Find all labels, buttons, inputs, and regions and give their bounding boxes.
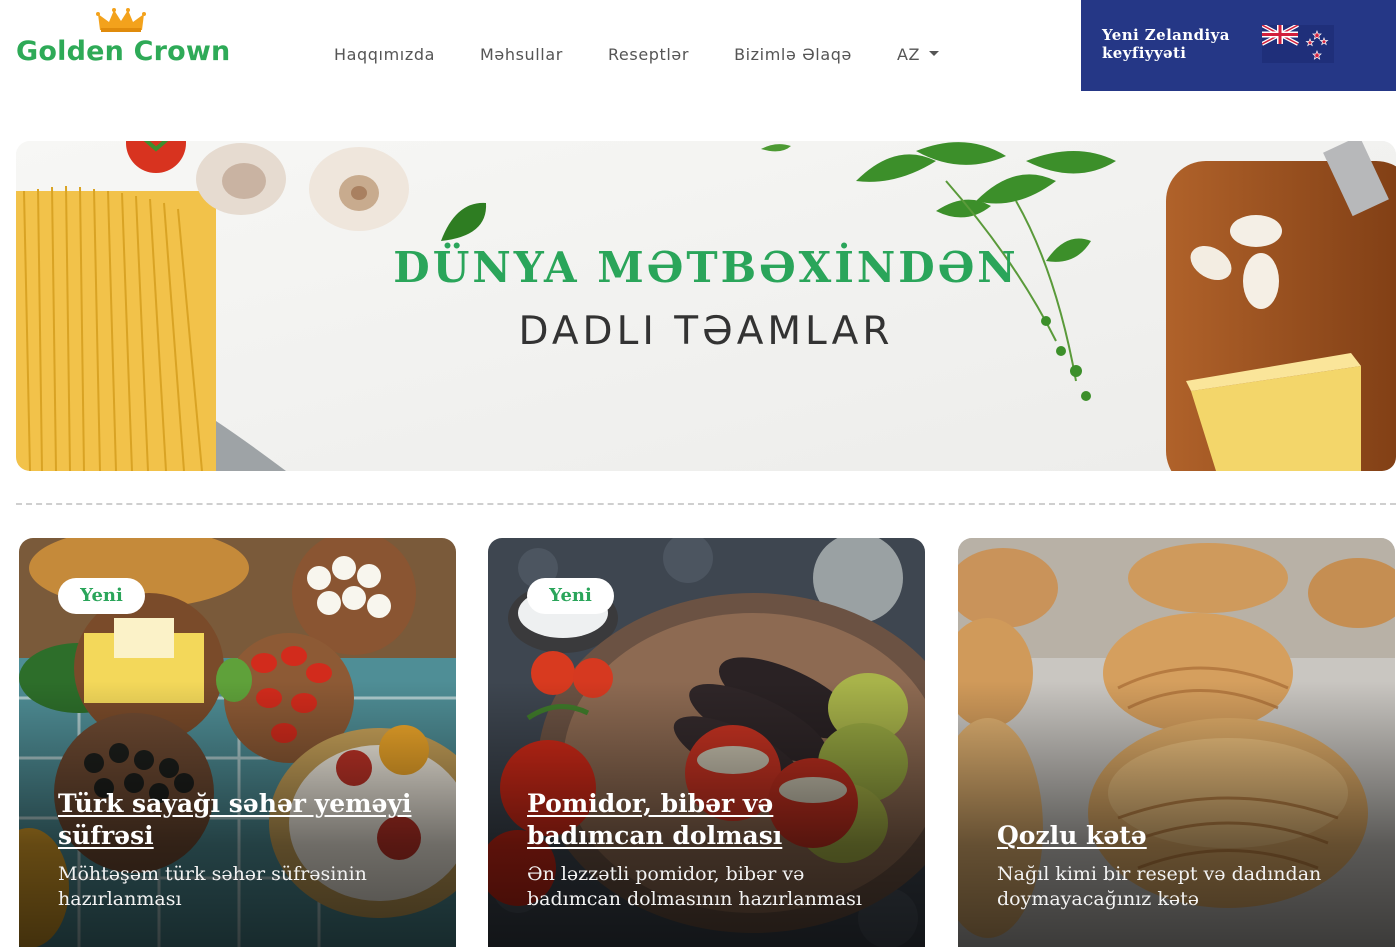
hero-food-image xyxy=(16,141,1396,471)
card-title[interactable]: Qozlu kətə xyxy=(997,820,1367,852)
new-badge: Yeni xyxy=(58,578,145,614)
nav-products[interactable]: Məhsullar xyxy=(480,45,563,64)
hero-subtitle: DADLI TƏAMLAR xyxy=(518,309,894,354)
recipe-card-qozlu-kete[interactable]: Qozlu kətə Nağıl kimi bir resept və dadı… xyxy=(958,538,1395,947)
site-header: Golden Crown Haqqımızda Məhsullar Resept… xyxy=(0,0,1396,91)
language-dropdown[interactable]: AZ xyxy=(896,44,940,64)
chevron-down-icon xyxy=(929,50,940,56)
language-label: AZ xyxy=(896,44,921,64)
nav-recipes[interactable]: Reseptlər xyxy=(608,45,689,64)
new-badge: Yeni xyxy=(527,578,614,614)
nz-quality-banner[interactable]: Yeni Zelandiya keyfiyyəti xyxy=(1081,0,1396,91)
hero-title: DÜNYA MƏTBƏXİNDƏN xyxy=(393,243,1019,292)
card-description: Möhtəşəm türk səhər süfrəsinin hazırlanm… xyxy=(58,863,367,910)
recipe-card-dolma[interactable]: Yeni Pomidor, bibər və badımcan dolması … xyxy=(488,538,925,947)
dashed-divider xyxy=(16,503,1396,505)
hero-banner: DÜNYA MƏTBƏXİNDƏN DADLI TƏAMLAR xyxy=(16,141,1396,471)
logo-wordmark: Golden Crown xyxy=(16,36,231,67)
new-zealand-flag-icon xyxy=(1262,25,1334,63)
nz-quality-text: Yeni Zelandiya keyfiyyəti xyxy=(1102,26,1230,62)
main-nav: Haqqımızda Məhsullar Reseptlər Bizimlə Ə… xyxy=(334,42,940,66)
golden-crown-logo[interactable]: Golden Crown xyxy=(16,8,231,70)
card-title[interactable]: Pomidor, bibər və badımcan dolması xyxy=(527,788,897,852)
card-title[interactable]: Türk sayağı səhər yeməyi süfrəsi xyxy=(58,788,428,852)
card-description: Nağıl kimi bir resept və dadından doymay… xyxy=(997,863,1322,910)
recipe-card-turkish-breakfast[interactable]: Yeni Türk sayağı səhər yeməyi süfrəsi Mö… xyxy=(19,538,456,947)
nav-contact[interactable]: Bizimlə Əlaqə xyxy=(734,45,852,64)
crown-icon xyxy=(96,8,146,32)
nav-about[interactable]: Haqqımızda xyxy=(334,45,435,64)
card-description: Ən ləzzətli pomidor, bibər və badımcan d… xyxy=(527,863,862,910)
